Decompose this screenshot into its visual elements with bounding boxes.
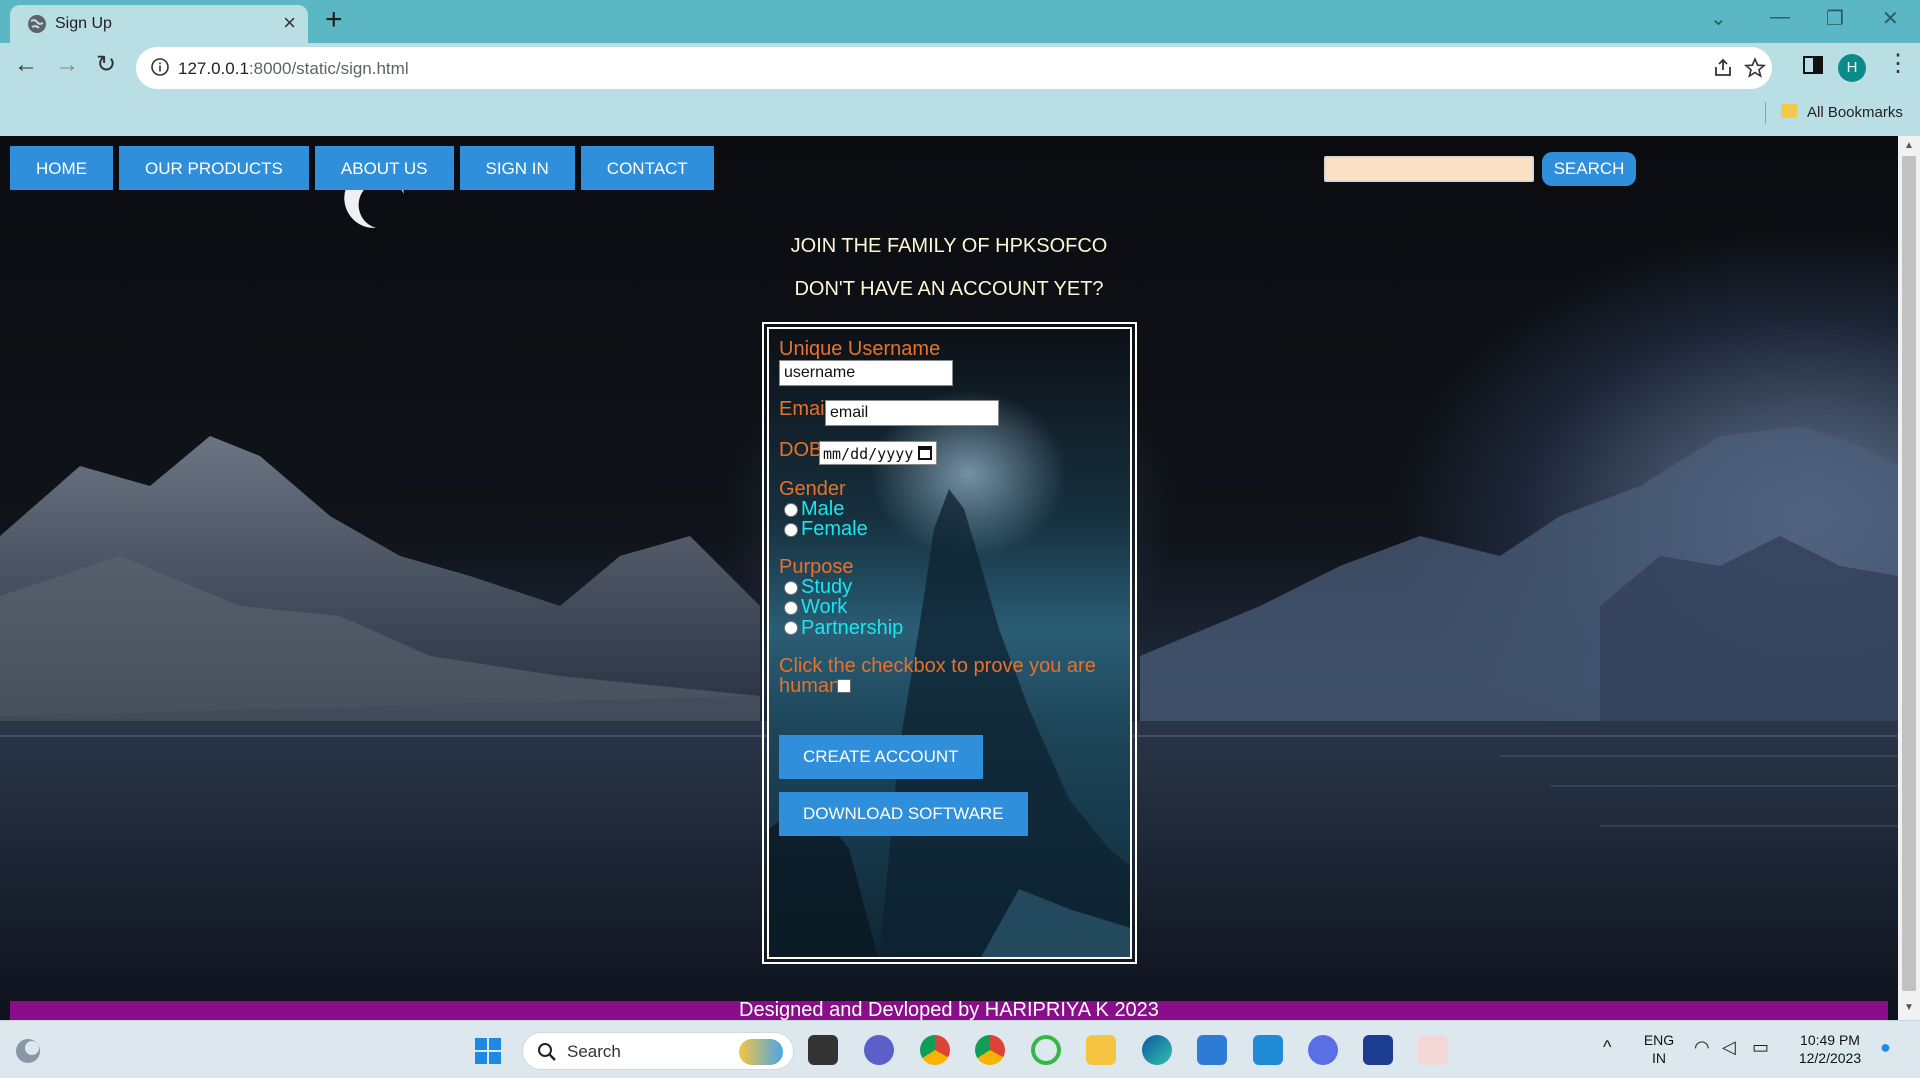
email-label: Email [779,398,830,420]
purpose-work-label: Work [801,596,848,618]
join-heading: JOIN THE FAMILY OF HPKSOFCO [790,235,1108,257]
scroll-down-arrow-icon[interactable]: ▼ [1904,1002,1914,1013]
nav-contact[interactable]: CONTACT [580,146,714,190]
gender-female-label: Female [801,518,868,540]
share-icon[interactable] [1712,57,1734,79]
close-window-icon[interactable]: ✕ [1882,6,1899,31]
dob-label: DOB [779,439,823,461]
create-account-button[interactable]: CREATE ACCOUNT [779,735,983,779]
scroll-thumb[interactable] [1902,156,1916,991]
clock[interactable]: 10:49 PM 12/2/2023 [1790,1031,1870,1067]
bookmark-star-icon[interactable] [1744,57,1766,79]
l-app-icon[interactable] [1363,1035,1393,1065]
sync-app-icon[interactable] [1031,1035,1061,1065]
email-field[interactable]: email [825,400,999,426]
store-icon[interactable] [1197,1035,1227,1065]
purpose-partnership-label: Partnership [801,617,904,639]
task-view-icon[interactable] [808,1035,838,1065]
all-bookmarks-link[interactable]: All Bookmarks [1807,104,1903,121]
windows-start-icon[interactable] [474,1037,502,1065]
language-indicator[interactable]: ENG IN [1642,1031,1676,1067]
chrome-icon[interactable] [920,1035,950,1065]
vscode-icon[interactable] [1253,1035,1283,1065]
account-question-heading: DON'T HAVE AN ACCOUNT YET? [794,278,1104,300]
bookmarks-divider [1765,102,1766,124]
signup-form: Unique Username username Email email DOB… [762,322,1137,964]
signup-form-panel: Unique Username username Email email DOB… [767,327,1132,959]
tab-search-icon[interactable]: ⌄ [1710,6,1727,31]
scroll-up-arrow-icon[interactable]: ▲ [1904,140,1914,151]
search-icon [538,1043,556,1061]
nav-about-us[interactable]: ABOUT US [314,146,454,190]
nav-sign-in[interactable]: SIGN IN [459,146,575,190]
clock-time: 10:49 PM [1800,1032,1860,1048]
username-field[interactable]: username [779,360,953,386]
username-label: Unique Username [779,338,941,360]
footer-credit: Designed and Devloped by HARIPRIYA K 202… [739,999,1159,1020]
close-tab-icon[interactable]: × [283,12,296,34]
purpose-partnership-radio[interactable] [784,621,798,635]
dob-placeholder: mm/dd/yyyy [823,445,914,463]
chevron-up-icon[interactable]: ^ [1603,1037,1611,1058]
globe-icon [28,15,46,33]
download-software-button[interactable]: DOWNLOAD SOFTWARE [779,792,1028,836]
new-tab-button[interactable]: + [325,5,343,35]
gender-female-radio[interactable] [784,523,798,537]
menu-kebab-icon[interactable]: ⋮ [1886,52,1910,76]
bookmarks-bar: All Bookmarks [0,90,1920,136]
arc-app-icon[interactable] [1308,1035,1338,1065]
profile-avatar[interactable]: H [1838,54,1866,82]
notification-bell-icon[interactable]: ● [1880,1037,1891,1058]
widgets-icon[interactable] [14,1037,42,1065]
calendar-icon[interactable] [918,446,932,460]
restore-icon[interactable]: ❐ [1826,6,1844,31]
footer-bar: Designed and Devloped by HARIPRIYA K 202… [10,999,1888,1020]
page-viewport: HOME OUR PRODUCTS ABOUT US SIGN IN CONTA… [0,136,1898,1020]
nav-our-products[interactable]: OUR PRODUCTS [119,146,309,190]
tab-title: Sign Up [55,15,112,32]
language-line2: IN [1652,1050,1666,1066]
browser-tab[interactable]: Sign Up × [10,5,308,43]
page-scrollbar[interactable]: ▲ ▼ [1898,136,1920,1020]
snipping-tool-icon[interactable] [1418,1035,1448,1065]
purpose-study-radio[interactable] [784,581,798,595]
search-input[interactable] [1324,156,1534,182]
address-bar[interactable]: 127.0.0.1:8000/static/sign.html [136,47,1772,89]
url-text: 127.0.0.1:8000/static/sign.html [178,59,409,78]
volume-icon[interactable]: ◁ [1722,1037,1736,1058]
edge-icon[interactable] [1142,1035,1172,1065]
windows-taskbar: Search ^ ENG IN ◠ ◁ ▭ 10:49 PM 12/2/2023… [0,1020,1920,1078]
search-highlight-icon [739,1039,783,1065]
browser-tabstrip: Sign Up × + ⌄ — ❐ ✕ [0,0,1920,43]
search-button[interactable]: SEARCH [1542,152,1636,186]
back-arrow-icon[interactable]: ← [14,53,38,77]
reload-icon[interactable]: ↻ [96,53,116,77]
site-info-icon[interactable] [150,57,170,77]
folder-icon [1781,104,1797,118]
clock-date: 12/2/2023 [1798,1050,1862,1066]
dob-date-input[interactable]: mm/dd/yyyy [819,441,937,465]
minimize-icon[interactable]: — [1770,6,1790,29]
main-nav: HOME OUR PRODUCTS ABOUT US SIGN IN CONTA… [10,146,720,190]
taskbar-search[interactable]: Search [522,1032,794,1070]
battery-icon[interactable]: ▭ [1752,1037,1769,1058]
taskbar-search-label: Search [567,1042,621,1061]
wifi-icon[interactable]: ◠ [1694,1037,1710,1058]
chat-icon[interactable] [864,1035,894,1065]
captcha-text-line2: human [779,675,841,697]
language-line1: ENG [1643,1032,1675,1048]
file-explorer-icon[interactable] [1086,1035,1116,1065]
gender-male-radio[interactable] [784,503,798,517]
purpose-work-radio[interactable] [784,601,798,615]
human-checkbox[interactable] [837,679,851,693]
side-panel-icon[interactable] [1802,54,1824,76]
nav-home[interactable]: HOME [10,146,113,190]
chrome-profile-icon[interactable] [975,1035,1005,1065]
browser-toolbar: ← → ↻ 127.0.0.1:8000/static/sign.html H … [0,43,1920,90]
forward-arrow-icon[interactable]: → [55,53,79,77]
